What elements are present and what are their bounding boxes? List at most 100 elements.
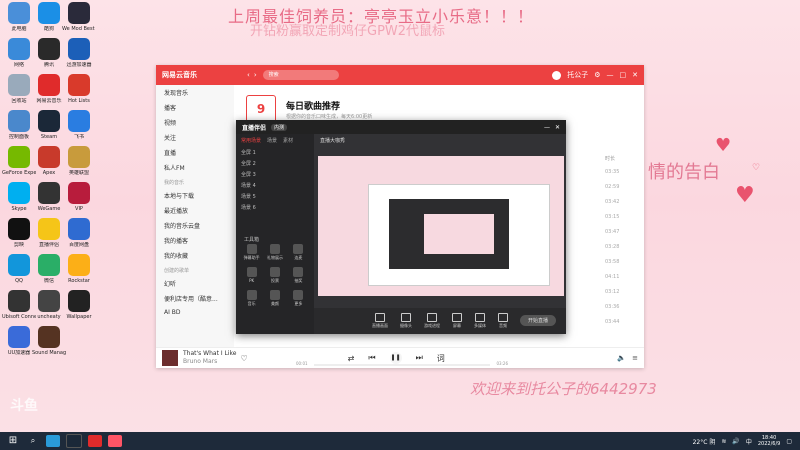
pause-button[interactable]: ❚❚ — [389, 352, 402, 364]
song-artist[interactable]: Bruno Mars — [183, 358, 237, 366]
stream-tool[interactable]: 礼物展示 — [263, 244, 286, 261]
settings-icon[interactable]: ⚙ — [594, 71, 600, 79]
desktop-icon[interactable]: 微信 — [32, 254, 66, 284]
desktop-icon[interactable]: Rockstar — [62, 254, 96, 284]
stream-tool[interactable]: PK — [240, 267, 263, 284]
douyu-icon[interactable] — [108, 435, 122, 447]
desktop-icon[interactable]: 飞书 — [62, 110, 96, 140]
input-language[interactable]: 中 — [746, 437, 752, 446]
desktop-icon[interactable]: 剪映 — [2, 218, 36, 248]
scene-item[interactable]: 场景 6 — [236, 202, 314, 213]
maximize-icon[interactable]: □ — [620, 71, 627, 79]
desktop-icon[interactable]: Ubisoft Connect — [2, 290, 36, 320]
desktop-icon[interactable]: 回收站 — [2, 74, 36, 104]
stream-bottom-tool[interactable]: 音频 — [498, 313, 508, 329]
desktop-icon[interactable]: We Mod Best T... — [62, 2, 96, 32]
forward-icon[interactable]: › — [254, 71, 257, 79]
desktop-icon[interactable]: GeForce Experience — [2, 146, 36, 176]
desktop-icon[interactable]: uncheaty — [32, 290, 66, 320]
avatar[interactable] — [552, 70, 562, 80]
desktop-icon[interactable]: 腾讯 — [32, 38, 66, 68]
scene-item[interactable]: 全屏 3 — [236, 169, 314, 180]
stream-bottom-tool[interactable]: 摄像头 — [400, 313, 412, 329]
playlist-icon[interactable]: ≡ — [632, 354, 638, 362]
sidebar-item[interactable]: 发现音乐 — [156, 85, 234, 100]
sidebar-item[interactable]: 最近播放 — [156, 203, 234, 218]
sidebar-item[interactable]: 视频 — [156, 115, 234, 130]
desktop-icon[interactable]: Apex — [32, 146, 66, 176]
close-icon[interactable]: ✕ — [632, 71, 638, 79]
album-cover[interactable] — [162, 350, 178, 366]
stream-tool[interactable]: 连麦 — [287, 244, 310, 261]
stream-bottom-tool[interactable]: 多媒体 — [474, 313, 486, 329]
stream-tool[interactable]: 抽奖 — [287, 267, 310, 284]
stream-bottom-tool[interactable]: 游戏进程 — [424, 313, 440, 329]
weather[interactable]: 22°C 阴 — [693, 437, 716, 446]
clock[interactable]: 18:40 2022/6/9 — [758, 435, 780, 447]
sidebar-playlist[interactable]: 幻听 — [156, 276, 234, 291]
sidebar-item[interactable]: 播客 — [156, 100, 234, 115]
sidebar-item[interactable]: 我的音乐云盘 — [156, 218, 234, 233]
desktop-icon[interactable]: Hot Lists — [62, 74, 96, 104]
scene-item[interactable]: 场景 5 — [236, 191, 314, 202]
desktop-icon[interactable]: VIP — [62, 182, 96, 212]
desktop-icon[interactable]: Skype — [2, 182, 36, 212]
search-input[interactable]: 搜索 — [262, 70, 339, 80]
desktop-icon[interactable]: UU加速器 — [2, 326, 36, 356]
desktop-icon[interactable]: 网易云音乐 — [32, 74, 66, 104]
sidebar-item[interactable]: 私人FM — [156, 160, 234, 175]
desktop-icon[interactable]: Sound Manager — [32, 326, 66, 356]
previous-icon[interactable]: ⏮ — [368, 353, 375, 363]
desktop-icon[interactable]: WeGame — [32, 182, 66, 212]
sidebar-playlist[interactable]: 便利店专用（酷意... — [156, 291, 234, 306]
desktop-icon[interactable]: 此电脑 — [2, 2, 36, 32]
desktop-icon[interactable]: 百度网盘 — [62, 218, 96, 248]
progress-bar[interactable]: 00:01 03:26 — [296, 361, 508, 366]
scene-item[interactable]: 全屏 2 — [236, 158, 314, 169]
stream-tab[interactable]: 常用场景 — [241, 137, 261, 144]
volume-icon[interactable]: 🔊 — [732, 438, 739, 445]
stream-tool[interactable]: 音乐 — [240, 290, 263, 307]
minimize-icon[interactable]: — — [607, 71, 614, 79]
stream-tool[interactable]: 投票 — [263, 267, 286, 284]
stream-bottom-tool[interactable]: 屏幕 — [452, 313, 462, 329]
start-live-button[interactable]: 开始直播 — [519, 315, 556, 326]
username[interactable]: 托公子 — [567, 70, 588, 80]
stream-tool[interactable]: 更多 — [287, 290, 310, 307]
desktop-icon[interactable]: QQ — [2, 254, 36, 284]
minimize-icon[interactable]: — — [544, 124, 550, 131]
sidebar-item[interactable]: 我的播客 — [156, 233, 234, 248]
sidebar-item[interactable]: 关注 — [156, 130, 234, 145]
stream-tab[interactable]: 素材 — [283, 137, 293, 144]
song-title[interactable]: That's What I Like — [183, 350, 237, 358]
like-icon[interactable]: ♡ — [241, 354, 248, 363]
desktop-icon[interactable]: Wallpaper — [62, 290, 96, 320]
sidebar-item[interactable]: 直播 — [156, 145, 234, 160]
desktop-icon[interactable]: 网络 — [2, 38, 36, 68]
stream-tool[interactable]: 弹幕助手 — [240, 244, 263, 261]
windows-start-icon[interactable]: ⊞ — [6, 435, 20, 447]
sound-icon[interactable]: 🔈 — [617, 354, 626, 362]
desktop-icon[interactable]: 控制面板 — [2, 110, 36, 140]
sidebar-playlist[interactable]: AI BD — [156, 306, 234, 319]
shuffle-icon[interactable]: ⇄ — [348, 354, 355, 363]
scene-item[interactable]: 全屏 1 — [236, 147, 314, 158]
desktop-icon[interactable]: 英雄联盟 — [62, 146, 96, 176]
stream-bottom-tool[interactable]: 直播画面 — [372, 313, 388, 329]
desktop-icon[interactable]: 酷狗 — [32, 2, 66, 32]
lyrics-icon[interactable]: 词 — [437, 353, 445, 364]
music-app-icon[interactable] — [88, 435, 102, 447]
desktop-icon[interactable]: Steam — [32, 110, 66, 140]
sidebar-item[interactable]: 本地与下载 — [156, 188, 234, 203]
close-icon[interactable]: ✕ — [555, 124, 560, 131]
sidebar-item[interactable]: 我的收藏 — [156, 248, 234, 263]
scene-item[interactable]: 场景 4 — [236, 180, 314, 191]
next-icon[interactable]: ⏭ — [416, 353, 423, 363]
desktop-icon[interactable]: 迅游加速器 — [62, 38, 96, 68]
steam-icon[interactable] — [66, 434, 82, 448]
stream-tool[interactable]: 美颜 — [263, 290, 286, 307]
back-icon[interactable]: ‹ — [247, 71, 250, 79]
wifi-icon[interactable]: ≋ — [721, 438, 726, 445]
stream-tab[interactable]: 场景 — [267, 137, 277, 144]
notification-icon[interactable]: ▢ — [786, 438, 792, 445]
